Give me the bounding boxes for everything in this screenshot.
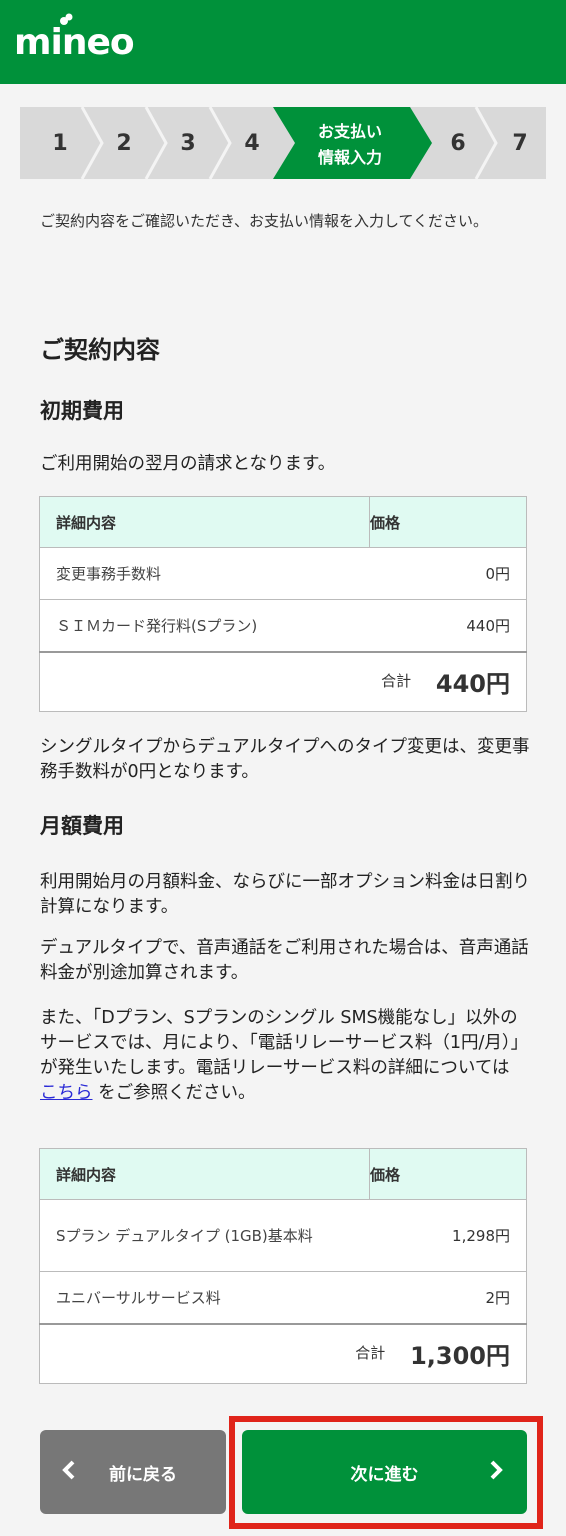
progress-stepper: 1 2 3 4 6 7 — [20, 107, 546, 179]
total-amount: 440円 — [435, 670, 510, 699]
step-2: 2 — [116, 130, 132, 156]
monthly-fee-table: 詳細内容 価格 Sプラン デュアルタイプ (1GB)基本料 1,298円 ユニバ… — [39, 1148, 527, 1384]
monthly-note-1: 利用開始月の月額料金、ならびに一部オプション料金は日割り計算になります。 — [40, 872, 530, 917]
chevron-right-icon — [490, 1460, 503, 1480]
table-row: Sプラン デュアルタイプ (1GB)基本料 1,298円 — [39, 1199, 527, 1272]
intro-text: ご契約内容をご確認いただき、お支払い情報を入力してください。 — [40, 212, 489, 230]
chevron-left-icon — [62, 1460, 75, 1480]
table-total-row: 合計 440円 — [39, 650, 527, 712]
app-header: mineo — [0, 0, 566, 84]
total-label: 合計 — [381, 672, 412, 691]
table-cell-item: ユニバーサルサービス料 — [39, 1271, 370, 1324]
table-row: ユニバーサルサービス料 2円 — [39, 1271, 527, 1324]
total-label: 合計 — [355, 1344, 386, 1363]
table-cell-price: 1,298円 — [369, 1199, 527, 1272]
table-cell-price: 440円 — [369, 599, 527, 652]
step-5-active-label: お支払い 情報入力 — [285, 119, 415, 171]
table-header-price: 価格 — [369, 496, 527, 548]
monthly-note-2: デュアルタイプで、音声通話をご利用された場合は、音声通話料金が別途加算されます。 — [40, 938, 529, 983]
table-cell-item: ＳＩＭカード発行料(Sプラン) — [39, 599, 370, 652]
back-button[interactable]: 前に戻る — [40, 1430, 226, 1514]
step-4: 4 — [244, 130, 260, 156]
monthly-note-3-text: また、「Dプラン、Sプランのシングル SMS機能なし」以外のサービスでは、月によ… — [40, 1008, 529, 1078]
subsection-title-initial: 初期費用 — [40, 399, 124, 423]
total-amount: 1,300円 — [410, 1342, 510, 1371]
step-6: 6 — [450, 130, 466, 156]
monthly-note-3-tail: をご参照ください。 — [92, 1083, 256, 1103]
step-5-label-line1: お支払い — [317, 122, 382, 141]
initial-fee-table: 詳細内容 価格 変更事務手数料 0円 ＳＩＭカード発行料(Sプラン) 440円 … — [39, 496, 527, 712]
table-header-item: 詳細内容 — [39, 496, 370, 548]
step-7: 7 — [512, 130, 528, 156]
step-5-label-line2: 情報入力 — [317, 148, 382, 167]
initial-fee-note: ご利用開始の翌月の請求となります。 — [40, 454, 336, 474]
next-button-label: 次に進む — [350, 1464, 419, 1485]
type-change-note: シングルタイプからデュアルタイプへのタイプ変更は、変更事務手数料が0円となります… — [40, 737, 530, 782]
table-cell-item: 変更事務手数料 — [39, 547, 370, 600]
subsection-title-monthly: 月額費用 — [40, 814, 124, 838]
mineo-logo[interactable]: mineo — [14, 22, 135, 63]
back-button-label: 前に戻る — [109, 1464, 177, 1485]
table-row: ＳＩＭカード発行料(Sプラン) 440円 — [39, 599, 527, 652]
next-button[interactable]: 次に進む — [242, 1430, 527, 1514]
leaf-icon — [60, 13, 73, 25]
table-row: 変更事務手数料 0円 — [39, 547, 527, 600]
step-1: 1 — [52, 130, 68, 156]
section-title-contract: ご契約内容 — [40, 336, 160, 364]
step-3: 3 — [180, 130, 196, 156]
table-header-item: 詳細内容 — [39, 1148, 370, 1200]
monthly-note-3: また、「Dプラン、Sプランのシングル SMS機能なし」以外のサービスでは、月によ… — [40, 1006, 530, 1106]
relay-service-link[interactable]: こちら — [40, 1083, 93, 1103]
table-cell-price: 2円 — [369, 1271, 527, 1324]
table-cell-item: Sプラン デュアルタイプ (1GB)基本料 — [39, 1199, 370, 1272]
table-cell-price: 0円 — [369, 547, 527, 600]
table-header-price: 価格 — [369, 1148, 527, 1200]
table-total-row: 合計 1,300円 — [39, 1322, 527, 1384]
